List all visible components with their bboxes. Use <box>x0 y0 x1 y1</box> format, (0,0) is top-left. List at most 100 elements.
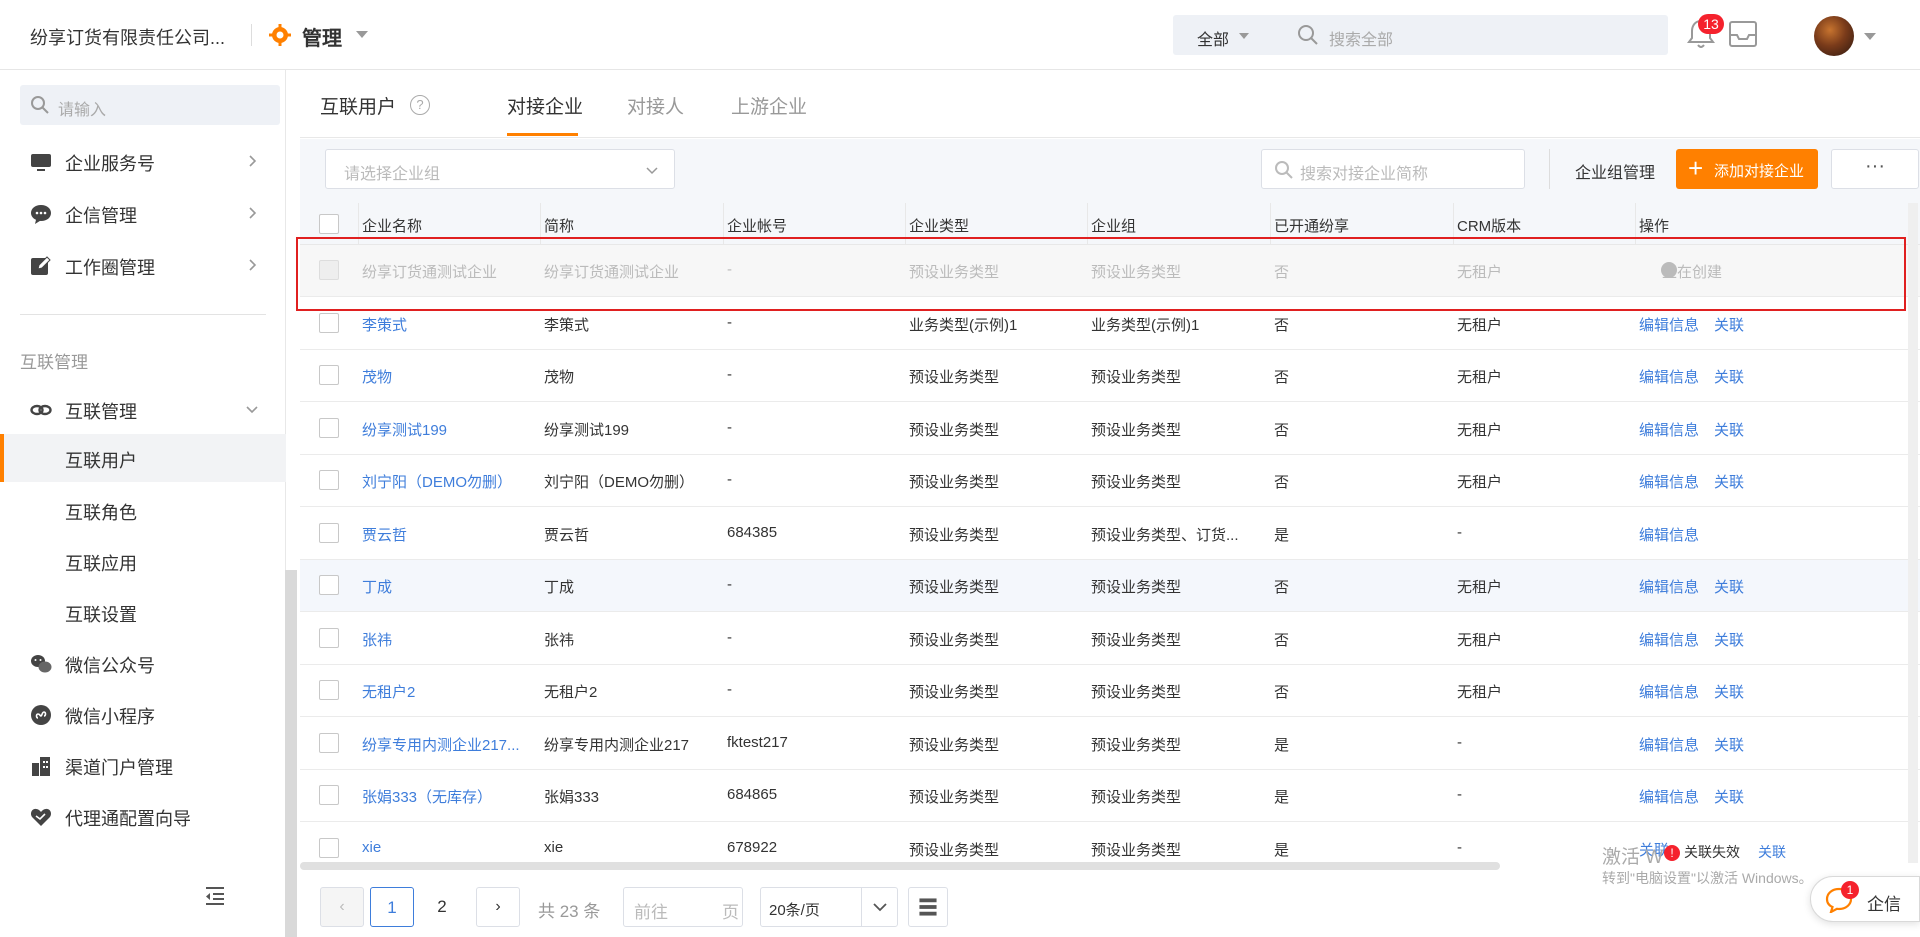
sidebar-item-service-account[interactable]: 企业服务号 <box>0 138 286 184</box>
edit-info-link[interactable]: 编辑信息 <box>1639 314 1699 335</box>
edit-info-link[interactable]: 编辑信息 <box>1639 786 1699 807</box>
sidebar-item-qixin-manage[interactable]: 企信管理 <box>0 190 286 236</box>
chevron-down-icon[interactable] <box>1239 33 1249 39</box>
table-vertical-scrollbar[interactable] <box>1908 203 1918 863</box>
inbox-icon[interactable] <box>1728 20 1758 48</box>
prev-page-button[interactable]: ‹ <box>320 887 364 927</box>
sidebar-subitem-interconnect-settings[interactable]: 互联设置 <box>0 588 286 636</box>
company-name-link[interactable]: 张娟333（无库存） <box>362 786 492 807</box>
company-name-link[interactable]: 纷享订货通测试企业 <box>362 261 497 282</box>
company-name-link[interactable]: 丁成 <box>362 576 392 597</box>
associate-link[interactable]: 关联 <box>1714 786 1744 807</box>
company-group-select[interactable]: 请选择企业组 <box>325 149 675 189</box>
row-checkbox[interactable] <box>319 575 339 595</box>
sidebar-item-wechat-miniprogram[interactable]: 微信小程序 <box>0 691 286 737</box>
row-checkbox[interactable] <box>319 522 339 543</box>
column-header[interactable]: 操作 <box>1639 215 1669 236</box>
edit-info-link[interactable]: 编辑信息 <box>1639 419 1699 440</box>
table-horizontal-scrollbar[interactable] <box>300 862 1500 870</box>
row-checkbox[interactable] <box>319 837 339 858</box>
associate-link[interactable]: 关联 <box>1714 576 1744 597</box>
company-name-link[interactable]: xie <box>362 839 381 856</box>
next-page-button[interactable]: › <box>476 887 520 927</box>
more-button[interactable]: ··· <box>1831 149 1919 189</box>
table-row[interactable]: 贾云哲 贾云哲 684385 预设业务类型 预设业务类型、订货... 是 - 编辑信息 <box>300 507 1920 560</box>
edit-info-link[interactable]: 编辑信息 <box>1639 629 1699 650</box>
tab-upstream-companies[interactable]: 上游企业 <box>731 92 807 119</box>
row-checkbox[interactable] <box>319 365 339 385</box>
table-row[interactable]: 纷享测试199 纷享测试199 - 预设业务类型 预设业务类型 否 无租户 编辑信息 关联 <box>300 402 1920 455</box>
tab-contacts[interactable]: 对接人 <box>627 92 684 119</box>
sidebar-search[interactable]: 请输入 <box>20 85 280 125</box>
edit-info-link[interactable]: 编辑信息 <box>1639 471 1699 492</box>
table-row[interactable]: 丁成 丁成 - 预设业务类型 预设业务类型 否 无租户 编辑信息 关联 <box>300 560 1920 612</box>
column-header[interactable]: 企业组 <box>1091 215 1136 236</box>
associate-link[interactable]: 关联 <box>1714 366 1744 387</box>
page-2-button[interactable]: 2 <box>420 887 464 927</box>
table-row[interactable]: 刘宁阳（DEMO勿删） 刘宁阳（DEMO勿删） - 预设业务类型 预设业务类型 否 无租户 编… <box>300 455 1920 507</box>
row-checkbox[interactable] <box>319 312 339 333</box>
company-name-link[interactable]: 纷享测试199 <box>362 419 447 440</box>
company-name[interactable]: 纷享订货有限责任公司... <box>30 24 225 50</box>
sidebar-subitem-interconnect-users[interactable]: 互联用户 <box>0 434 286 482</box>
sidebar-item-interconnect-manage[interactable]: 互联管理 <box>0 386 286 432</box>
column-header[interactable]: 简称 <box>544 215 574 236</box>
sidebar-search-input[interactable]: 请输入 <box>58 96 106 120</box>
table-row[interactable]: 纷享专用内测企业217... 纷享专用内测企业217 fktest217 预设业务类型… <box>300 717 1920 770</box>
goto-page-input[interactable]: 前往 页 <box>623 887 743 927</box>
associate-link[interactable]: 关联 <box>1714 681 1744 702</box>
avatar[interactable] <box>1814 16 1854 56</box>
edit-info-link[interactable]: 编辑信息 <box>1639 734 1699 755</box>
page-1-button[interactable]: 1 <box>370 887 414 927</box>
collapse-sidebar-icon[interactable] <box>204 886 226 906</box>
company-search[interactable]: 搜索对接企业简称 <box>1261 149 1525 189</box>
page-size-select[interactable]: 20条/页 <box>760 887 898 927</box>
chevron-down-icon[interactable] <box>356 31 368 38</box>
column-header[interactable]: 企业类型 <box>909 215 969 236</box>
associate-link[interactable]: 关联 <box>1714 734 1744 755</box>
table-row[interactable]: 张祎 张祎 - 预设业务类型 预设业务类型 否 无租户 编辑信息 关联 <box>300 612 1920 665</box>
company-search-input[interactable]: 搜索对接企业简称 <box>1300 160 1428 184</box>
app-title[interactable]: 管理 <box>302 22 342 51</box>
associate-link[interactable]: 关联 <box>1714 471 1744 492</box>
sidebar-subitem-interconnect-apps[interactable]: 互联应用 <box>0 537 286 585</box>
company-name-link[interactable]: 刘宁阳（DEMO勿删） <box>362 471 512 492</box>
company-name-link[interactable]: 张祎 <box>362 629 392 650</box>
row-checkbox[interactable] <box>319 470 339 490</box>
search-scope-select[interactable]: 全部 <box>1197 26 1229 50</box>
table-row[interactable]: 茂物 茂物 - 预设业务类型 预设业务类型 否 无租户 编辑信息 关联 <box>300 350 1920 402</box>
sidebar-item-channel-portal[interactable]: 渠道门户管理 <box>0 742 286 788</box>
column-header[interactable]: 企业名称 <box>362 215 422 236</box>
qixin-chat-button[interactable]: 1 企信 <box>1810 876 1920 922</box>
row-checkbox[interactable] <box>319 680 339 700</box>
row-checkbox[interactable] <box>319 785 339 805</box>
add-company-button[interactable]: + 添加对接企业 <box>1676 149 1818 189</box>
help-icon[interactable]: ? <box>410 95 430 115</box>
table-row[interactable]: 张娟333（无库存） 张娟333 684865 预设业务类型 预设业务类型 是 - 编辑信息关… <box>300 770 1920 822</box>
company-name-link[interactable]: 纷享专用内测企业217... <box>362 734 520 755</box>
row-checkbox[interactable] <box>319 732 339 753</box>
toast-associate-link[interactable]: 关联 <box>1758 844 1786 860</box>
search-input[interactable]: 搜索全部 <box>1329 26 1393 50</box>
edit-info-link[interactable]: 编辑信息 <box>1639 681 1699 702</box>
sidebar-scrollbar[interactable] <box>285 570 297 937</box>
company-name-link[interactable]: 李策式 <box>362 314 407 335</box>
table-row[interactable]: 李策式 李策式 - 业务类型(示例)1 业务类型(示例)1 否 无租户 编辑信息 关联 <box>300 297 1920 350</box>
select-all-checkbox[interactable] <box>319 214 339 234</box>
group-manage-button[interactable]: 企业组管理 <box>1575 159 1655 183</box>
table-row[interactable]: 纷享订货通测试企业 纷享订货通测试企业 - 预设业务类型 预设业务类型 否 无租户 正在创建 <box>300 245 1920 297</box>
sidebar-subitem-interconnect-roles[interactable]: 互联角色 <box>0 486 286 534</box>
column-header[interactable]: CRM版本 <box>1457 215 1521 236</box>
associate-link[interactable]: 关联 <box>1714 419 1744 440</box>
sidebar-item-agent-wizard[interactable]: 代理通配置向导 <box>0 793 286 839</box>
table-row[interactable]: 无租户2 无租户2 - 预设业务类型 预设业务类型 否 无租户 编辑信息 关联 <box>300 665 1920 717</box>
edit-info-link[interactable]: 编辑信息 <box>1639 524 1699 545</box>
chevron-down-icon[interactable] <box>1864 33 1876 40</box>
company-name-link[interactable]: 茂物 <box>362 366 392 387</box>
company-name-link[interactable]: 贾云哲 <box>362 524 407 545</box>
sidebar-item-workcircle[interactable]: 工作圈管理 <box>0 242 286 288</box>
company-name-link[interactable]: 无租户2 <box>362 681 415 702</box>
row-checkbox[interactable] <box>319 417 339 438</box>
edit-info-link[interactable]: 编辑信息 <box>1639 366 1699 387</box>
row-checkbox[interactable] <box>319 627 339 648</box>
